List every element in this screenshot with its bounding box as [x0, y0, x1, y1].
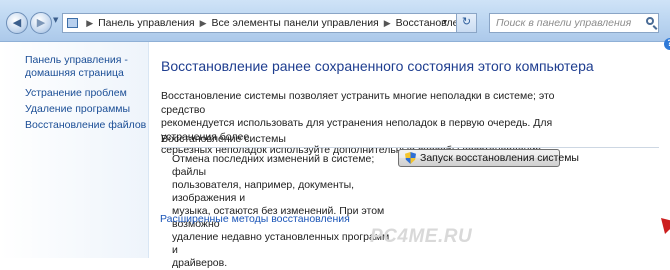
description-line: удаление недавно установленных программ …: [172, 231, 390, 256]
back-arrow-icon: ◀: [12, 16, 22, 29]
address-bar[interactable]: ▶ Панель управления ▶ Все элементы панел…: [62, 13, 477, 33]
start-system-restore-button[interactable]: Запуск восстановления системы: [398, 149, 579, 167]
watermark: PC4ME.RU: [370, 226, 473, 247]
forward-arrow-icon: ▶: [36, 16, 46, 29]
control-panel-icon: [67, 18, 79, 28]
sidebar-home-line2: домашняя страница: [25, 67, 124, 79]
main-content: Восстановление ранее сохраненного состоя…: [149, 42, 670, 269]
search-placeholder: Поиск в панели управления: [496, 17, 632, 29]
sidebar-home-link[interactable]: Панель управления - домашняя страница: [25, 54, 143, 80]
refresh-button[interactable]: ↻: [456, 14, 476, 32]
recent-pages-chevron-icon[interactable]: ▼: [53, 16, 58, 24]
description-line: Отмена последних изменений в системе; фа…: [172, 153, 375, 178]
sidebar: Панель управления - домашняя страница Ус…: [0, 42, 149, 258]
address-dropdown-icon[interactable]: ▼: [438, 14, 452, 32]
forward-button[interactable]: ▶: [30, 12, 52, 34]
breadcrumb-separator-icon[interactable]: ▶: [384, 18, 391, 29]
sidebar-home-line1: Панель управления -: [25, 54, 128, 66]
sidebar-item-uninstall-program[interactable]: Удаление программы: [25, 103, 130, 115]
intro-line: Восстановление системы позволяет устрани…: [161, 90, 555, 116]
breadcrumb-all-items[interactable]: Все элементы панели управления: [212, 17, 379, 29]
page-title: Восстановление ранее сохраненного состоя…: [161, 58, 594, 74]
uac-shield-icon: [405, 152, 416, 164]
navigation-bar: ◀ ▶ ▼ ▶ Панель управления ▶ Все элементы…: [0, 0, 670, 42]
description-line: пользователя, например, документы, изобр…: [172, 179, 355, 204]
search-input[interactable]: Поиск в панели управления: [489, 13, 659, 33]
breadcrumb-separator-icon[interactable]: ▶: [200, 18, 207, 29]
search-icon[interactable]: [646, 17, 654, 25]
system-restore-description: Отмена последних изменений в системе; фа…: [172, 153, 397, 270]
description-line: драйверов.: [172, 257, 228, 269]
breadcrumb-separator-icon[interactable]: ▶: [86, 18, 93, 29]
refresh-icon: ↻: [461, 16, 472, 28]
breadcrumb-control-panel[interactable]: Панель управления: [98, 17, 194, 29]
back-button[interactable]: ◀: [6, 12, 28, 34]
section-title: Восстановление системы: [161, 133, 286, 145]
section-divider: [161, 147, 659, 148]
sidebar-item-restore-files[interactable]: Восстановление файлов: [25, 119, 146, 131]
advanced-recovery-link[interactable]: Расширенные методы восстановления: [160, 213, 350, 225]
red-arrow-annotation: [661, 218, 670, 234]
start-system-restore-label: Запуск восстановления системы: [420, 152, 579, 164]
sidebar-item-troubleshooting[interactable]: Устранение проблем: [25, 87, 127, 99]
